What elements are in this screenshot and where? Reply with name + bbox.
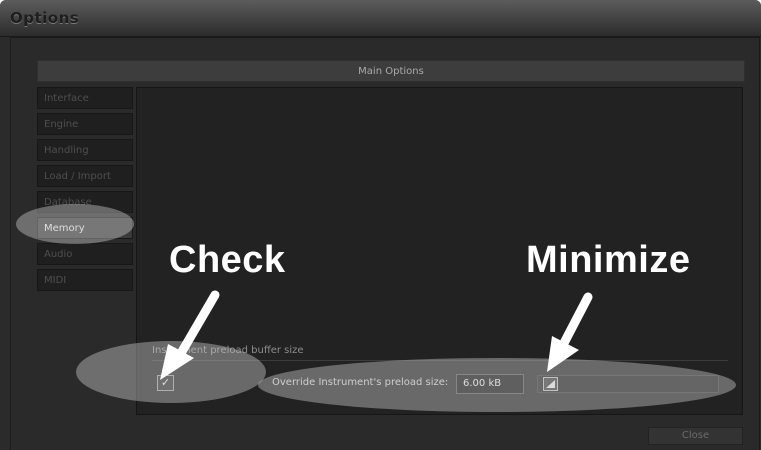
minimize-arrow-icon bbox=[547, 292, 593, 372]
